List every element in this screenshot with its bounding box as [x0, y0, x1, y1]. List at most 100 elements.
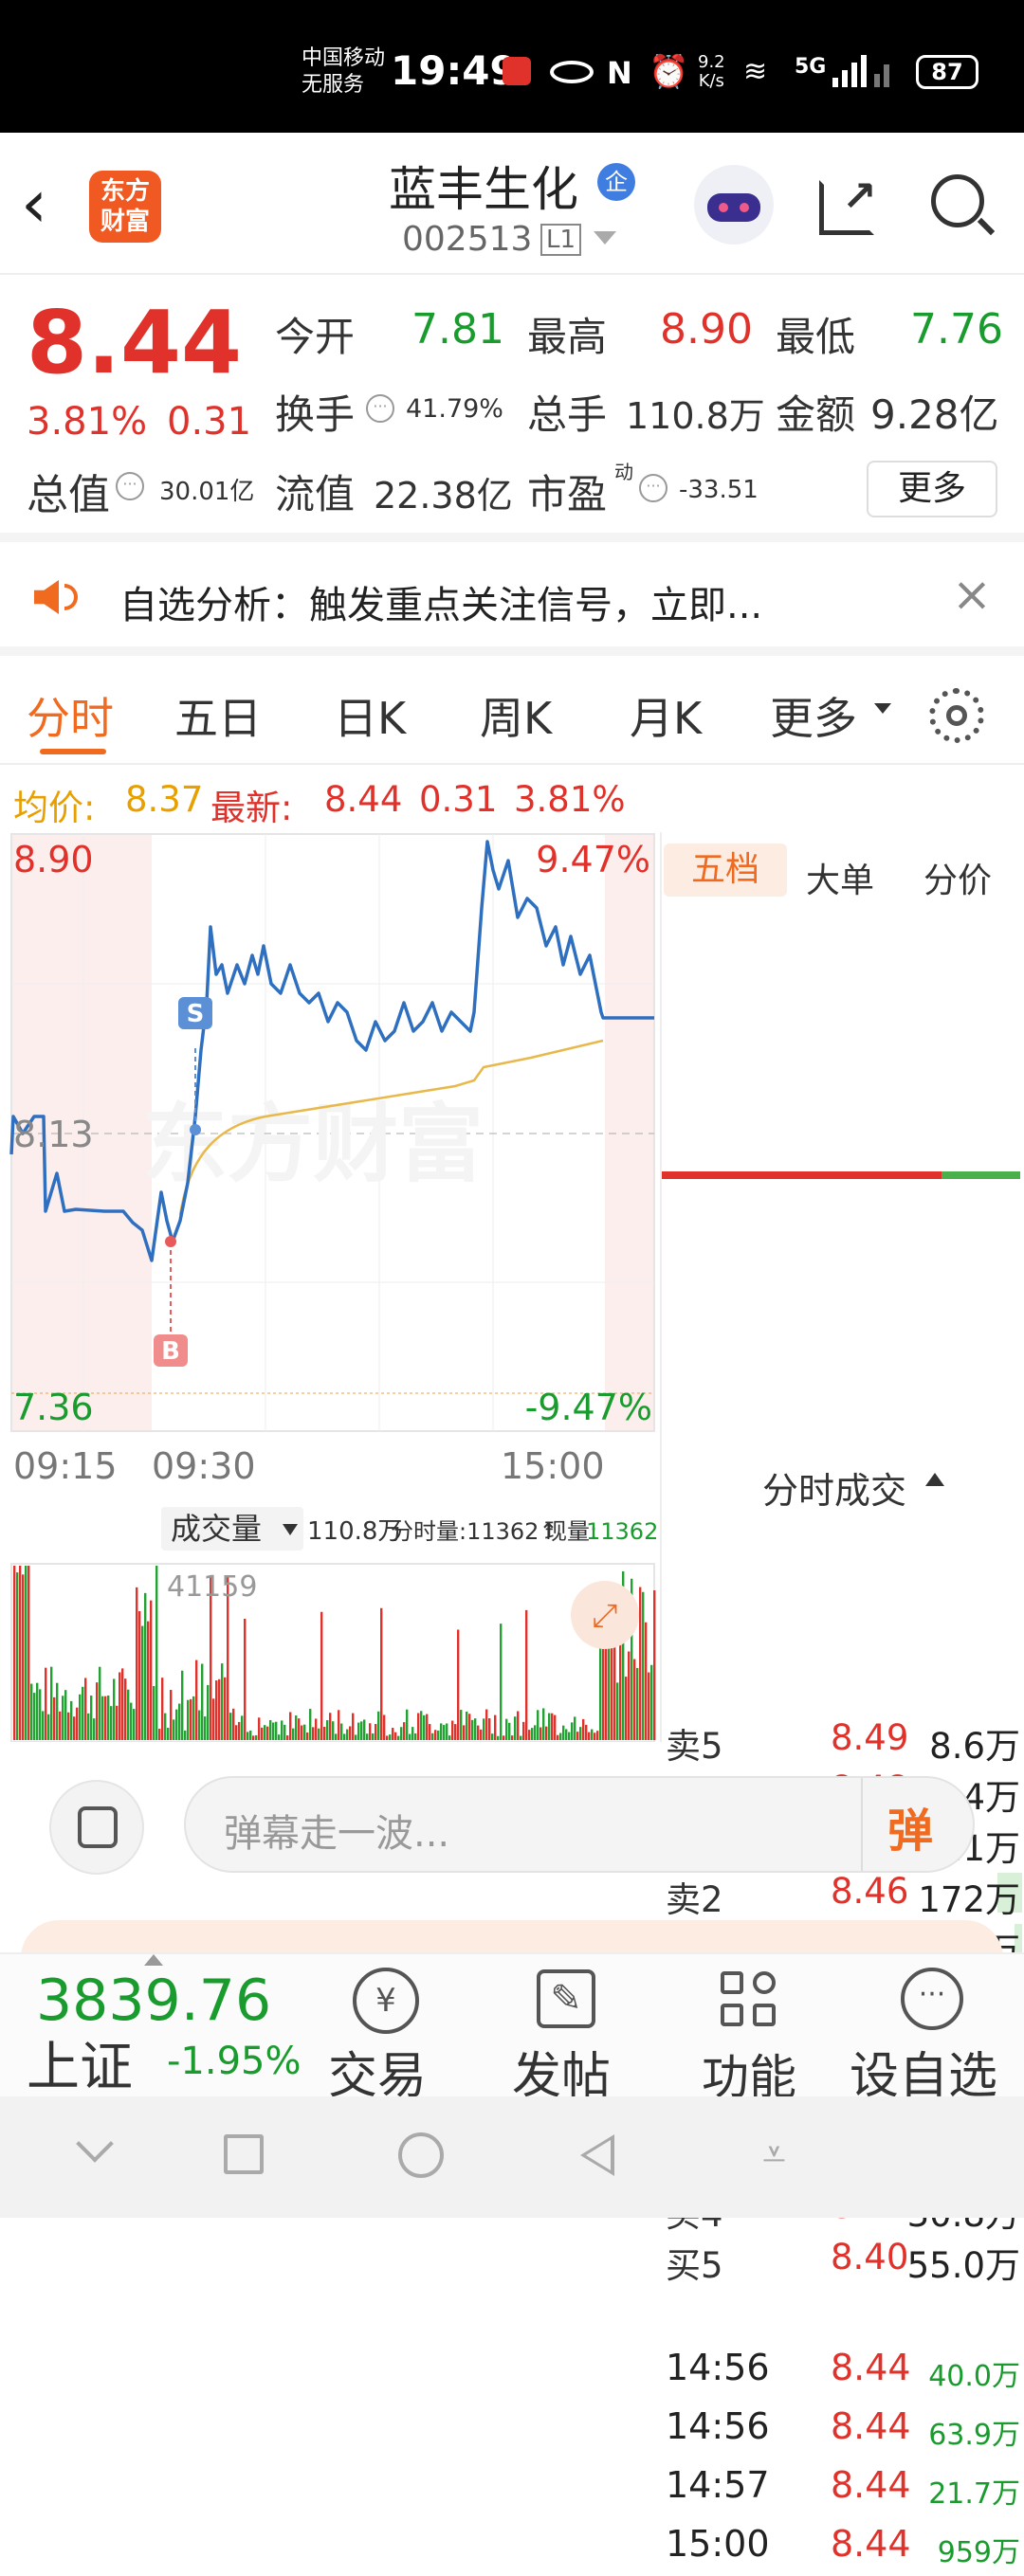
ask-volume: 8.6万 [929, 1726, 1020, 1767]
tab-big-orders[interactable]: 大单 [806, 853, 874, 902]
tab-level5[interactable]: 五档 [664, 844, 787, 897]
gear-icon[interactable] [929, 688, 984, 743]
volume-bar [375, 1724, 377, 1740]
volume-bar [133, 1709, 136, 1740]
more-button[interactable]: 更多 [867, 461, 997, 517]
volume-bar [238, 1721, 241, 1740]
volume-bar [417, 1713, 420, 1740]
speaker-icon [34, 580, 59, 614]
volume-bar [585, 1724, 588, 1740]
pe-value: -33.51 [679, 476, 759, 504]
tab-month-k[interactable]: 月K [630, 684, 702, 747]
volume-bar [16, 1572, 19, 1740]
volume-bar [59, 1711, 62, 1740]
volume-bar [124, 1678, 127, 1740]
amount-value: 9.28亿 [870, 391, 999, 438]
volume-bar [406, 1709, 409, 1740]
volume-bar [537, 1710, 539, 1740]
info-icon[interactable]: ··· [116, 472, 144, 500]
tab-five-day[interactable]: 五日 [174, 684, 262, 747]
recents-icon[interactable] [224, 2134, 264, 2174]
banner-text[interactable]: 自选分析：触发重点关注信号，立即... [119, 574, 762, 629]
volume-bar [545, 1726, 548, 1740]
volume-bar [628, 1651, 631, 1740]
volume-now: 11362 [586, 1518, 658, 1545]
danmaku-send-button[interactable]: 弹 [887, 1793, 933, 1859]
volume-bars [13, 1566, 656, 1740]
app-logo[interactable]: 东方 财富 [89, 171, 161, 243]
dropdown-nav-icon[interactable]: ⩡ [762, 2131, 786, 2179]
latest-value: 8.44 [324, 779, 403, 820]
volume-bar [471, 1719, 474, 1740]
volume-bar [576, 1732, 579, 1740]
robot-assistant-icon[interactable] [694, 165, 774, 245]
volume-bar [127, 1689, 130, 1740]
info-icon-pe[interactable]: ··· [639, 474, 667, 502]
change-amount: 0.31 [167, 400, 252, 444]
volume-bar [372, 1733, 375, 1740]
ask-price: 8.46 [831, 1871, 909, 1912]
volume-bar [113, 1678, 116, 1740]
system-nav-bar: ⩡ [0, 2096, 1024, 2218]
logo-text-2: 财富 [100, 208, 150, 236]
volume-bar [454, 1724, 457, 1740]
alert-banner[interactable]: 自选分析：触发重点关注信号，立即... × [0, 552, 1024, 656]
volume-bar [155, 1566, 158, 1740]
more-dots-icon[interactable]: ··· [901, 1968, 963, 2030]
back-icon[interactable]: ‹ [21, 171, 72, 241]
trade-icon[interactable]: ¥ [353, 1968, 419, 2034]
volume-bar [30, 1683, 33, 1740]
chevron-up-icon[interactable] [144, 1954, 163, 1966]
trade-time: 14:56 [666, 2405, 770, 2447]
close-icon[interactable]: × [952, 567, 992, 622]
low-value: 7.76 [910, 305, 1003, 354]
pct-label-top: 9.47% [536, 839, 650, 880]
expand-icon: ⤢ [592, 1597, 617, 1635]
volume-bar [25, 1566, 27, 1740]
level-badge[interactable]: L1 [540, 224, 582, 256]
trade-amount: 63.9万 [928, 2419, 1020, 2452]
post-icon[interactable]: ✎ [537, 1969, 595, 2028]
trade-row: 14:57 8.44 21.7万 [664, 2460, 1024, 2517]
index-name[interactable]: 上证 [27, 2024, 133, 2101]
apps-icon[interactable] [721, 1971, 777, 2028]
ask-row[interactable]: 卖2 8.46 172万 [664, 1867, 1024, 1920]
volume-bar [272, 1722, 275, 1740]
ask-row[interactable]: 卖5 8.49 8.6万 [664, 1714, 1024, 1767]
tab-day-k[interactable]: 日K [334, 684, 406, 747]
logo-text-1: 东方 [100, 177, 150, 206]
volume-bar [164, 1713, 167, 1740]
volume-bar [229, 1713, 232, 1740]
search-icon[interactable] [931, 174, 984, 227]
volume-bar [525, 1609, 528, 1740]
volume-bar [343, 1733, 346, 1740]
chevron-down-icon[interactable] [594, 231, 616, 245]
trades-title[interactable]: 分时成交 [762, 1461, 906, 1514]
volume-bar [36, 1682, 39, 1740]
volume-bar [500, 1624, 503, 1740]
volume-bar [596, 1731, 599, 1740]
latest-pct: 3.81% [514, 779, 626, 820]
volume-bar [13, 1566, 16, 1740]
tab-minute[interactable]: 分时 [27, 684, 114, 747]
home-icon[interactable] [398, 2132, 444, 2178]
volume-bar [346, 1729, 349, 1740]
volume-minute: 分时量:11362↑ [391, 1518, 558, 1545]
danmaku-input[interactable]: 弹幕走一波... 弹 [184, 1776, 975, 1873]
tab-price-dist[interactable]: 分价 [923, 853, 992, 902]
comment-list-button[interactable] [49, 1780, 144, 1875]
volume-bar [483, 1718, 485, 1740]
volume-bar [79, 1694, 82, 1740]
chevron-down-icon[interactable] [76, 2125, 114, 2163]
volume-bar [383, 1714, 386, 1740]
volume-bar [554, 1714, 557, 1740]
carrier-name: 中国移动 [302, 46, 386, 70]
price-info-bar: 均价: 8.37 最新: 8.44 0.31 3.81% [0, 768, 1024, 832]
bid-row[interactable]: 买5 8.40 55.0万 [664, 2233, 1024, 2286]
tab-more[interactable]: 更多 [770, 684, 857, 747]
tab-week-k[interactable]: 周K [480, 684, 552, 747]
info-icon-turnover[interactable]: ··· [366, 394, 394, 423]
volume-bar [104, 1696, 107, 1740]
chevron-up-icon[interactable] [925, 1473, 944, 1486]
volume-bar [460, 1710, 463, 1740]
